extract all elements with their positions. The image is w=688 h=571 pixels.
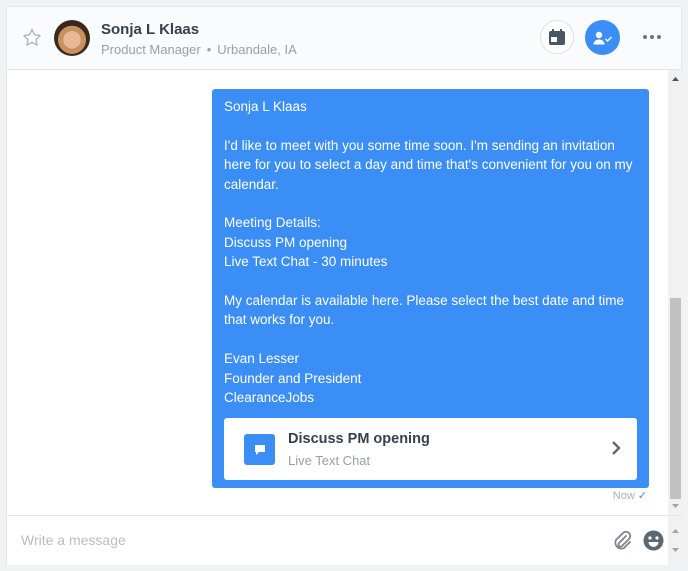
contact-name[interactable]: Sonja L Klaas <box>101 21 199 38</box>
message-line: ClearanceJobs <box>224 390 315 406</box>
scroll-up-arrow[interactable] <box>668 72 683 86</box>
message-input[interactable] <box>21 532 581 548</box>
scrollbar-thumb[interactable] <box>670 298 681 499</box>
message-bubble: Sonja L Klaas I'd like to meet with you … <box>212 89 649 489</box>
delivered-check-icon: ✓ <box>637 490 647 502</box>
chevron-right-icon <box>612 441 621 456</box>
separator-dot: • <box>206 42 212 57</box>
message-line: Evan Lesser <box>224 351 300 367</box>
calendar-icon <box>549 28 565 45</box>
message-list: Sonja L Klaas I'd like to meet with you … <box>7 70 668 515</box>
contact-status-button[interactable] <box>585 20 620 55</box>
message-line: My calendar is available here. Please se… <box>224 293 624 328</box>
meeting-invite-card[interactable]: Discuss PM opening Live Text Chat <box>224 418 637 481</box>
message-timestamp: Now ✓ <box>613 489 647 502</box>
composer-scroll-up[interactable] <box>668 525 683 537</box>
composer-scroll-down[interactable] <box>668 544 683 556</box>
location: Urbandale, IA <box>217 42 297 57</box>
more-horizontal-icon <box>643 35 647 39</box>
user-check-icon <box>593 31 612 44</box>
message-line: Meeting Details: <box>224 215 321 231</box>
message-line: I'd like to meet with you some time soon… <box>224 137 633 192</box>
job-title: Product Manager <box>101 42 201 57</box>
star-outline-icon[interactable] <box>21 27 43 49</box>
timestamp-text: Now <box>612 490 635 502</box>
message-line: Discuss PM opening <box>224 234 348 250</box>
message-scrollbar[interactable] <box>668 70 683 515</box>
schedule-meeting-button[interactable] <box>540 20 574 54</box>
message-line: Live Text Chat - 30 minutes <box>224 254 388 270</box>
composer-scrollbar[interactable] <box>668 516 683 565</box>
chat-bubble-icon <box>244 434 275 466</box>
contact-subtitle: Product Manager • Urbandale, IA <box>101 42 297 57</box>
meeting-title: Discuss PM opening <box>288 431 430 448</box>
meeting-type: Live Text Chat <box>288 453 371 469</box>
emoji-icon[interactable] <box>643 530 664 551</box>
message-line: Sonja L Klaas <box>224 99 307 114</box>
more-options-button[interactable] <box>639 27 665 47</box>
message-composer <box>7 515 683 565</box>
conversation-header: Sonja L Klaas Product Manager • Urbandale,… <box>7 7 681 70</box>
message-line: Founder and President <box>224 370 362 386</box>
avatar[interactable] <box>54 20 90 56</box>
scroll-down-arrow[interactable] <box>668 499 683 513</box>
conversation-panel: Sonja L Klaas Product Manager • Urbandale,… <box>6 6 683 565</box>
paperclip-icon[interactable] <box>612 530 632 552</box>
